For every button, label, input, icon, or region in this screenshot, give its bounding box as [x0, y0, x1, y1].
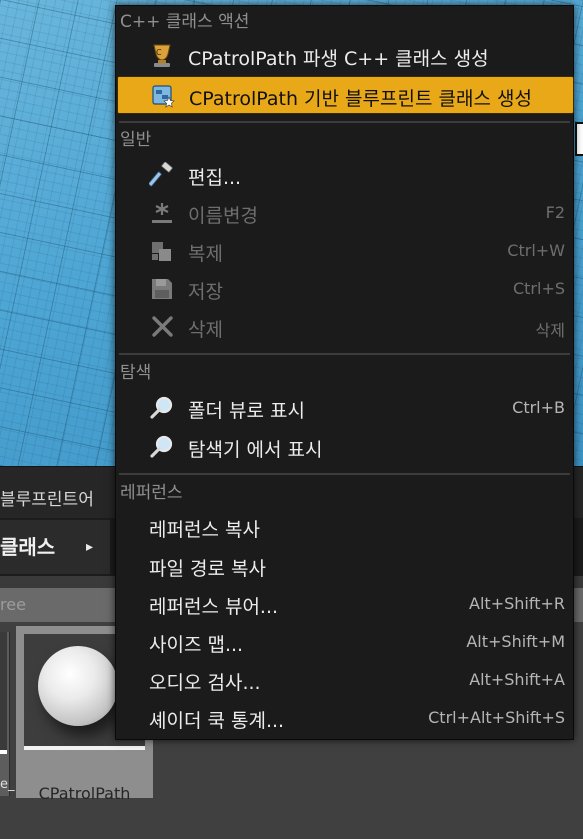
menu-separator — [119, 353, 570, 355]
content-browser-title: 블루프린트어 — [0, 490, 94, 510]
menu-item-shortcut: Alt+Shift+R — [469, 594, 565, 613]
menu-item-label: 레퍼런스 뷰어... — [149, 596, 279, 618]
cpp-class-icon: C — [149, 43, 175, 69]
menu-item-label: 복제 — [188, 243, 223, 265]
menu-item-edit[interactable]: 편집... — [117, 156, 572, 192]
magnifier-icon — [149, 395, 175, 421]
menu-item-label: 탐색기 에서 표시 — [188, 439, 323, 461]
duplicate-icon — [149, 238, 175, 264]
asset-thumbnail — [0, 632, 7, 754]
blueprint-class-icon — [150, 83, 176, 109]
menu-item-copy-file-path[interactable]: 파일 경로 복사 — [117, 547, 572, 583]
breadcrumb-folder-label: 클래스 — [0, 535, 56, 559]
magnifier-icon — [149, 434, 175, 460]
menu-item-label: 파일 경로 복사 — [149, 558, 266, 580]
menu-item-label: 레퍼런스 복사 — [149, 519, 260, 541]
asset-tile-partial[interactable]: e_ — [0, 632, 15, 796]
menu-item-shortcut: Ctrl+Alt+Shift+S — [428, 708, 565, 727]
menu-separator — [119, 121, 570, 123]
menu-item-show-in-explorer[interactable]: 탐색기 에서 표시 — [117, 428, 572, 464]
menu-item-shortcut: Ctrl+B — [512, 398, 565, 417]
filter-hint-text: ree — [0, 595, 26, 614]
menu-item-copy-reference[interactable]: 레퍼런스 복사 — [117, 508, 572, 544]
hammer-icon — [148, 161, 175, 188]
menu-item-shortcut: Alt+Shift+M — [466, 632, 565, 651]
menu-item-label: 오디오 검사... — [149, 672, 261, 694]
menu-separator — [119, 473, 570, 475]
menu-item-label: CPatrolPath 기반 블루프린트 클래스 생성 — [189, 88, 532, 110]
menu-item-delete[interactable]: 삭제 삭제 — [117, 308, 572, 344]
sphere-thumbnail-icon — [38, 646, 118, 726]
menu-item-label: 삭제 — [188, 319, 223, 341]
menu-item-label: 이름변경 — [188, 205, 258, 227]
menu-item-shortcut: F2 — [545, 203, 565, 222]
chevron-right-icon[interactable]: ▸ — [86, 520, 93, 574]
menu-item-save[interactable]: 저장 Ctrl+S — [117, 270, 572, 306]
menu-item-label: 사이즈 맵... — [149, 634, 244, 656]
menu-item-label: CPatrolPath 파생 C++ 클래스 생성 — [188, 48, 489, 70]
menu-item-label: 폴더 뷰로 표시 — [188, 400, 305, 422]
menu-item-reference-viewer[interactable]: 레퍼런스 뷰어... Alt+Shift+R — [117, 585, 572, 621]
save-icon — [149, 276, 175, 302]
menu-item-shader-cook-stats[interactable]: 셰이더 쿡 통계... Ctrl+Alt+Shift+S — [117, 699, 572, 735]
section-header-general: 일반 — [120, 130, 152, 150]
svg-text:C: C — [156, 48, 162, 57]
menu-item-audit[interactable]: 오디오 검사... Alt+Shift+A — [117, 661, 572, 697]
menu-item-create-cpp-class[interactable]: C CPatrolPath 파생 C++ 클래스 생성 — [117, 37, 572, 73]
menu-item-shortcut: 삭제 — [535, 321, 565, 340]
menu-item-label: 편집... — [188, 167, 242, 189]
menu-item-rename[interactable]: 이름변경 F2 — [117, 194, 572, 230]
viewport-widget-edge — [575, 122, 583, 156]
asset-tile-label: e_ — [0, 777, 15, 792]
section-header-cpp: C++ 클래스 액션 — [120, 12, 250, 32]
delete-icon — [149, 314, 175, 340]
breadcrumb-folder[interactable]: 클래스 ▸ — [0, 520, 110, 574]
menu-item-shortcut: Ctrl+S — [512, 279, 565, 298]
menu-item-shortcut: Ctrl+W — [507, 241, 565, 260]
menu-item-create-blueprint-class[interactable]: CPatrolPath 기반 블루프린트 클래스 생성 — [117, 76, 574, 114]
section-header-references: 레퍼런스 — [120, 483, 183, 503]
context-menu: C++ 클래스 액션 C CPatrolPath 파생 C++ 클래스 생성 C… — [115, 5, 574, 740]
menu-item-label: 셰이더 쿡 통계... — [149, 710, 285, 732]
menu-item-shortcut: Alt+Shift+A — [469, 670, 565, 689]
rename-icon — [149, 200, 175, 226]
menu-item-show-in-folder-view[interactable]: 폴더 뷰로 표시 Ctrl+B — [117, 389, 572, 425]
menu-item-size-map[interactable]: 사이즈 맵... Alt+Shift+M — [117, 623, 572, 659]
asset-name: CPatrolPath — [38, 784, 131, 803]
menu-item-duplicate[interactable]: 복제 Ctrl+W — [117, 232, 572, 268]
menu-item-label: 저장 — [188, 281, 223, 303]
section-header-explore: 탐색 — [120, 363, 152, 383]
